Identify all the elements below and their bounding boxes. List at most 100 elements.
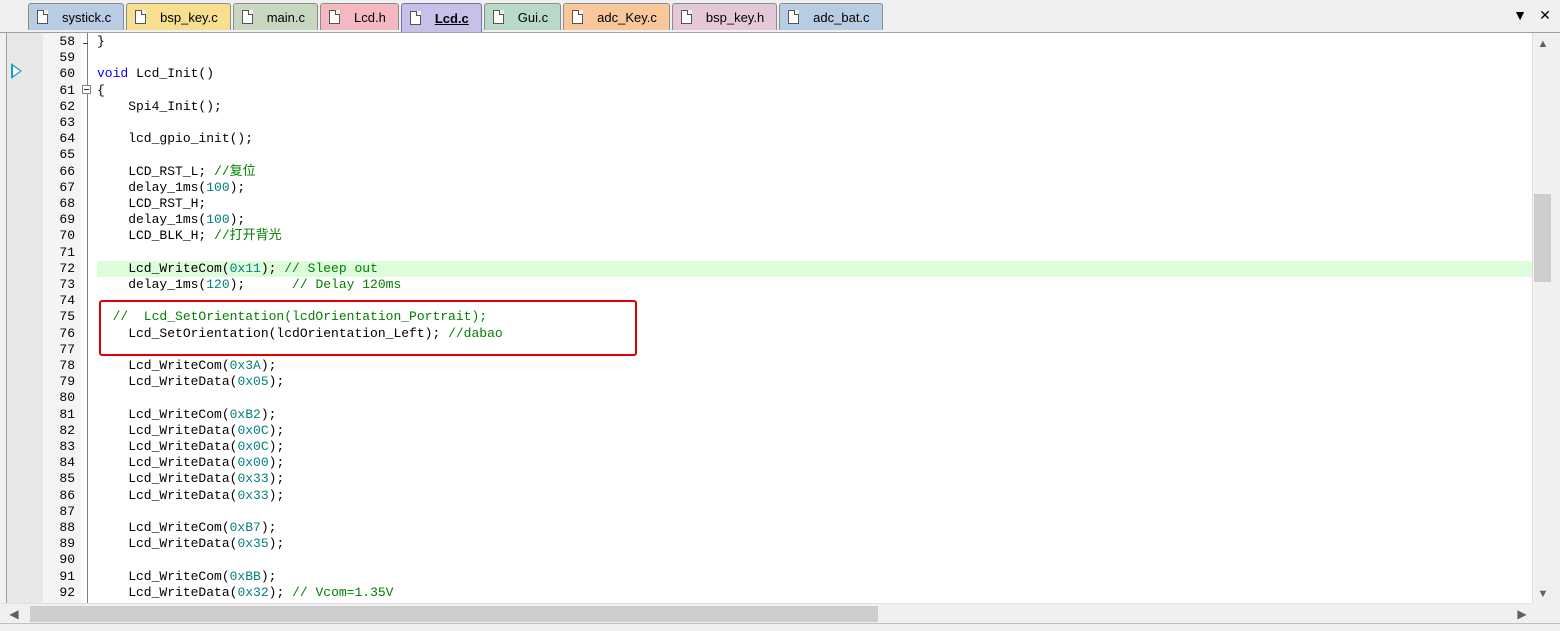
- line-number: 70: [59, 228, 75, 244]
- code-text: Lcd_WriteData(0x33);: [97, 471, 284, 487]
- file-icon: [409, 11, 421, 25]
- code-line[interactable]: 73 delay_1ms(120); // Delay 120ms: [7, 277, 1533, 293]
- code-token: );: [260, 568, 277, 584]
- tab-adc_key-c[interactable]: adc_Key.c: [563, 3, 670, 30]
- code-line[interactable]: 88 Lcd_WriteCom(0xB7);: [7, 520, 1533, 536]
- line-number: 92: [59, 584, 75, 600]
- annotation-highlight-box: [99, 300, 637, 356]
- code-text: delay_1ms(100);: [97, 180, 245, 196]
- code-line[interactable]: 84 Lcd_WriteData(0x00);: [7, 455, 1533, 471]
- code-token: LCD_RST_L;: [97, 163, 215, 179]
- code-line[interactable]: 66 LCD_RST_L; //复位: [7, 164, 1533, 180]
- code-line[interactable]: 87: [7, 504, 1533, 520]
- file-icon: [572, 10, 584, 24]
- horizontal-scroll-thumb[interactable]: [30, 606, 878, 622]
- code-token: Lcd_WriteData(: [97, 471, 238, 487]
- tab-lcd-h[interactable]: Lcd.h: [320, 3, 399, 30]
- tab-gui-c[interactable]: Gui.c: [483, 3, 562, 30]
- code-line[interactable]: 59: [7, 50, 1533, 66]
- scroll-right-icon[interactable]: ▶: [1513, 604, 1531, 624]
- code-line[interactable]: 58}: [7, 34, 1533, 50]
- code-line[interactable]: 70 LCD_BLK_H; //打开背光: [7, 228, 1533, 244]
- close-tab-icon[interactable]: ✕: [1536, 6, 1554, 24]
- tab-label: Gui.c: [517, 9, 549, 25]
- scroll-down-icon[interactable]: ▼: [1533, 585, 1553, 603]
- code-token: LCD_BLK_H;: [97, 228, 215, 244]
- number-token: 0x00: [237, 455, 269, 471]
- fold-collapse-icon[interactable]: [82, 85, 91, 94]
- code-line[interactable]: 64 lcd_gpio_init();: [7, 131, 1533, 147]
- tab-lcd-c[interactable]: Lcd.c: [400, 3, 482, 32]
- code-text: Lcd_WriteData(0x32); // Vcom=1.35V: [97, 585, 393, 601]
- code-line[interactable]: 79 Lcd_WriteData(0x05);: [7, 374, 1533, 390]
- line-number: 80: [59, 390, 75, 406]
- number-token: 0x3A: [229, 358, 261, 373]
- scroll-left-icon[interactable]: ◀: [5, 604, 23, 624]
- line-number: 72: [59, 260, 75, 276]
- line-number: 58: [59, 34, 75, 49]
- tab-systick-c[interactable]: systick.c: [28, 3, 125, 30]
- code-line[interactable]: 60 void Lcd_Init(): [7, 66, 1533, 82]
- code-line[interactable]: 78 Lcd_WriteCom(0x3A);: [7, 358, 1533, 374]
- code-line[interactable]: 85 Lcd_WriteData(0x33);: [7, 471, 1533, 487]
- code-line[interactable]: 91 Lcd_WriteCom(0xBB);: [7, 569, 1533, 585]
- code-token: Lcd_WriteCom(: [97, 260, 230, 276]
- code-line[interactable]: 68 LCD_RST_H;: [7, 196, 1533, 212]
- line-number: 73: [59, 277, 75, 292]
- vertical-scroll-thumb[interactable]: [1534, 194, 1551, 282]
- line-number: 87: [59, 503, 75, 519]
- code-line[interactable]: 80: [7, 390, 1533, 406]
- code-token: Lcd_WriteData(: [97, 536, 238, 552]
- line-number: 75: [59, 309, 75, 325]
- tab-bsp_key-c[interactable]: bsp_key.c: [126, 3, 231, 30]
- code-token: }: [97, 34, 105, 49]
- tab-bsp_key-h[interactable]: bsp_key.h: [671, 3, 778, 30]
- code-token: Lcd_WriteCom(: [97, 406, 230, 422]
- horizontal-scrollbar[interactable]: ◀ ▶: [0, 603, 1532, 624]
- number-token: 120: [206, 277, 230, 292]
- code-line[interactable]: 62 Spi4_Init();: [7, 99, 1533, 115]
- line-number: 86: [59, 487, 75, 503]
- line-number: 85: [59, 471, 75, 487]
- code-line[interactable]: 92 Lcd_WriteData(0x32); // Vcom=1.35V: [7, 585, 1533, 601]
- code-line[interactable]: 90: [7, 552, 1533, 568]
- number-token: 100: [206, 179, 230, 195]
- keyword-token: void: [97, 66, 129, 82]
- code-line[interactable]: 63: [7, 115, 1533, 131]
- code-text: }: [97, 34, 105, 50]
- code-token: delay_1ms(: [97, 179, 207, 195]
- code-line[interactable]: 61 {: [7, 83, 1533, 99]
- code-token: Lcd_WriteData(: [97, 422, 238, 438]
- code-token: Lcd_WriteData(: [97, 439, 238, 454]
- code-line[interactable]: 69 delay_1ms(100);: [7, 212, 1533, 228]
- line-number: 67: [59, 179, 75, 195]
- tab-adc_bat-c[interactable]: adc_bat.c: [779, 3, 883, 30]
- code-line[interactable]: 82 Lcd_WriteData(0x0C);: [7, 423, 1533, 439]
- code-line[interactable]: 72 Lcd_WriteCom(0x11); // Sleep out: [7, 260, 1533, 277]
- scroll-up-icon[interactable]: ▲: [1533, 35, 1553, 53]
- code-token: );: [229, 179, 246, 195]
- code-text: Lcd_WriteCom(0x3A);: [97, 358, 276, 374]
- file-icon: [37, 10, 48, 24]
- tab-label: adc_Key.c: [597, 9, 657, 25]
- code-token: );: [260, 260, 285, 276]
- code-line[interactable]: 89 Lcd_WriteData(0x35);: [7, 536, 1533, 552]
- code-line[interactable]: 83 Lcd_WriteData(0x0C);: [7, 439, 1533, 455]
- code-line[interactable]: 67 delay_1ms(100);: [7, 180, 1533, 196]
- line-number: 62: [59, 98, 75, 114]
- number-token: 100: [206, 212, 230, 228]
- line-number: 91: [59, 568, 75, 584]
- code-editor[interactable]: 58} 59 60 void Lcd_Init() 61{62 Spi4_Init();…: [6, 33, 1533, 603]
- line-number: 64: [59, 131, 75, 147]
- code-line[interactable]: 86 Lcd_WriteData(0x33);: [7, 488, 1533, 504]
- code-line[interactable]: 81 Lcd_WriteCom(0xB2);: [7, 407, 1533, 423]
- number-token: 0x35: [237, 536, 269, 552]
- code-token: delay_1ms(: [97, 212, 207, 228]
- tab-main-c[interactable]: main.c: [232, 3, 318, 30]
- code-line[interactable]: 71: [7, 245, 1533, 261]
- vertical-scrollbar[interactable]: ▲ ▼: [1532, 33, 1553, 603]
- line-number: 84: [59, 455, 75, 471]
- code-token: );: [260, 358, 277, 373]
- code-line[interactable]: 65: [7, 147, 1533, 163]
- tab-list-dropdown-icon[interactable]: ▼: [1511, 6, 1529, 24]
